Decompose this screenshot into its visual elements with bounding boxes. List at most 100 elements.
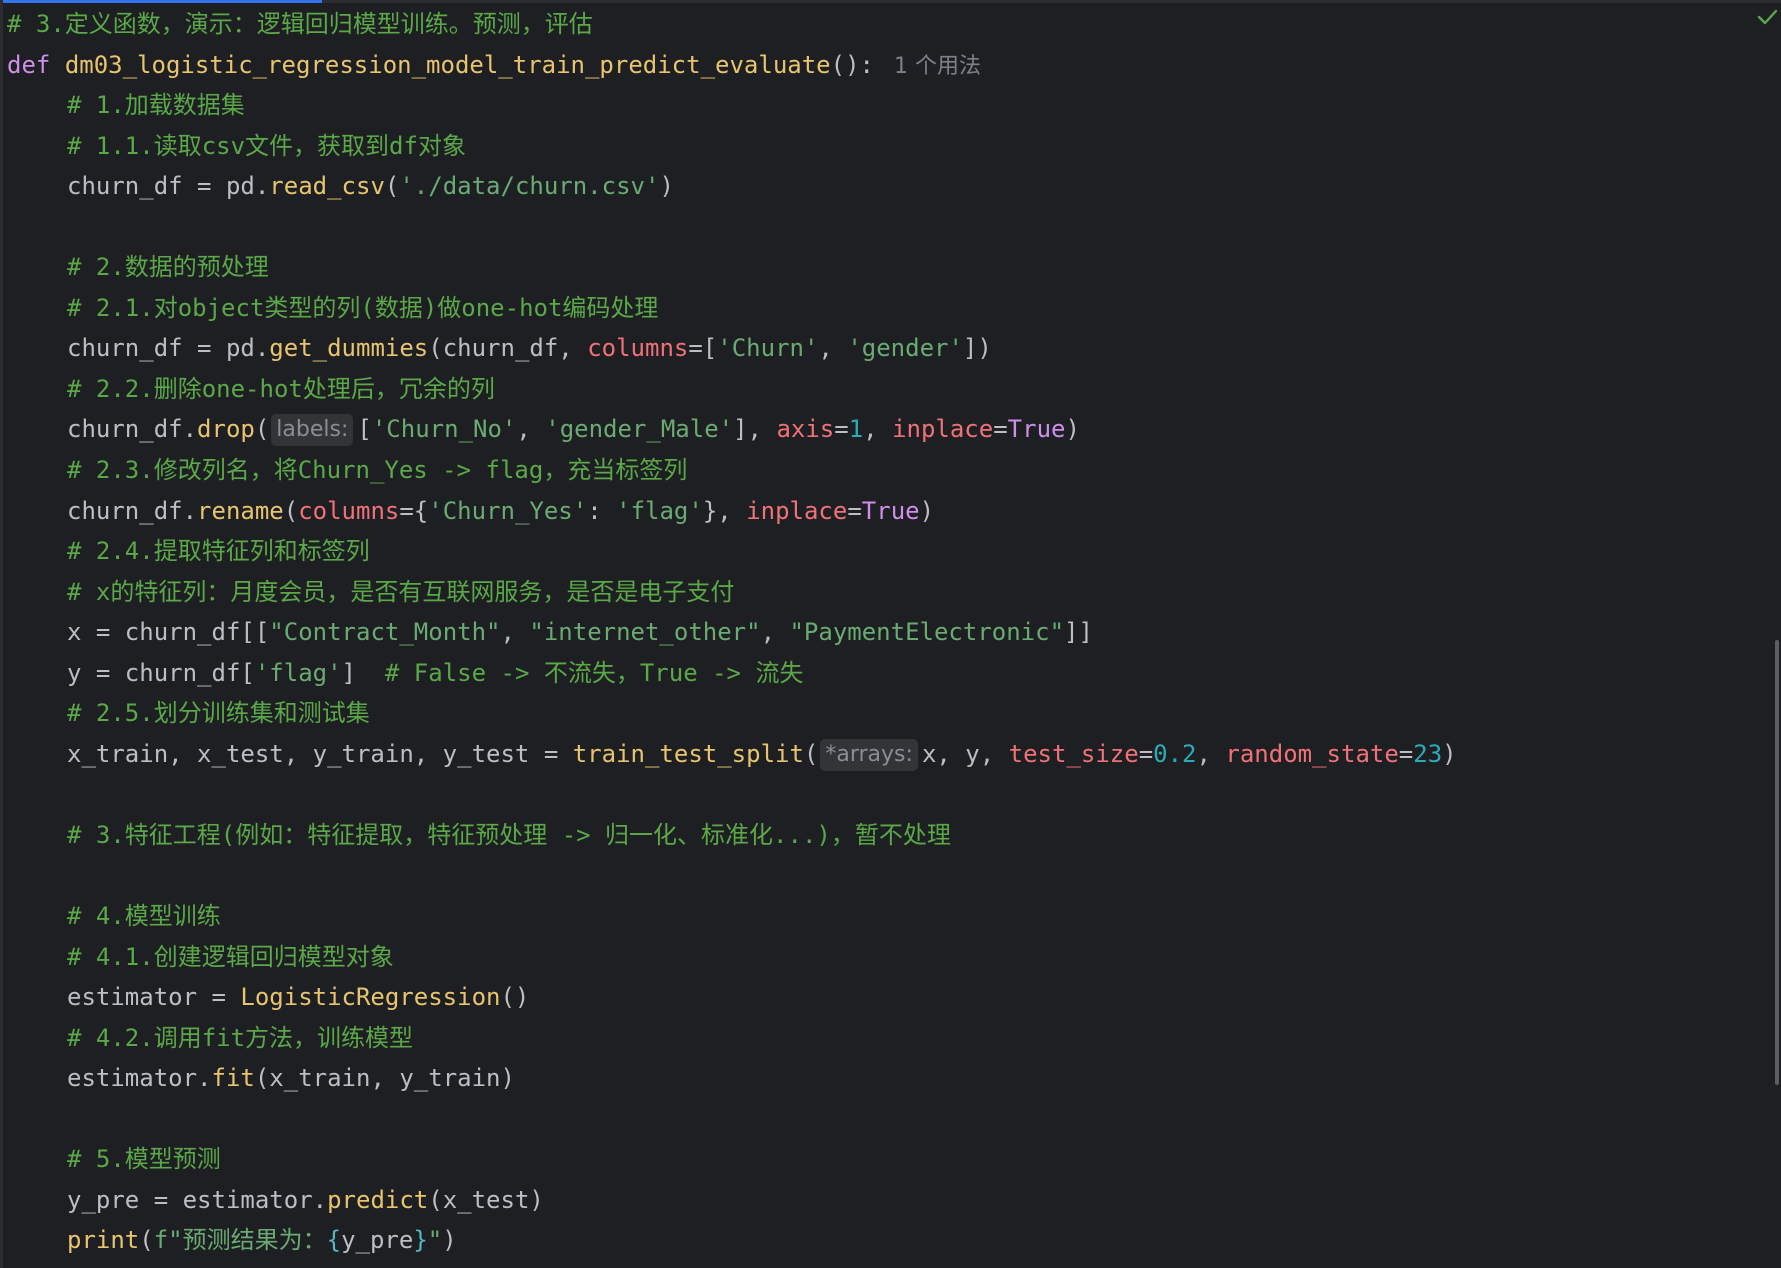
code-text: = <box>1398 739 1414 768</box>
keyword-argument: random_state <box>1225 739 1399 768</box>
code-text: ) <box>1065 415 1080 444</box>
number-literal: 0.2 <box>1153 739 1197 768</box>
string-literal: 'gender_Male' <box>545 415 734 444</box>
fstring-brace: { <box>326 1226 342 1255</box>
code-text: (x_test) <box>428 1185 544 1214</box>
function-name[interactable]: dm03_logistic_regression_model_train_pre… <box>65 51 831 79</box>
code-line-4[interactable]: # 1.1.读取csv文件，获取到df对象 <box>0 126 1457 167</box>
code-line-24[interactable]: # 4.1.创建逻辑回归模型对象 <box>0 937 1457 978</box>
code-line-16[interactable]: x = churn_df[["Contract_Month", "interne… <box>0 612 1457 653</box>
code-line-20[interactable] <box>0 774 1457 815</box>
code-line-25[interactable]: estimator = LogisticRegression() <box>0 977 1457 1018</box>
code-line-14[interactable]: # 2.4.提取特征列和标签列 <box>0 531 1457 572</box>
code-line-5[interactable]: churn_df = pd.read_csv('./data/churn.csv… <box>0 166 1457 207</box>
code-text: ( <box>283 496 299 525</box>
comment: # x的特征列：月度会员，是否有互联网服务，是否是电子支付 <box>67 577 735 606</box>
code-text: ], <box>733 415 777 444</box>
code-text: churn_df. <box>67 496 198 525</box>
code-line-22[interactable] <box>0 855 1457 896</box>
code-line-1[interactable]: # 3.定义函数，演示：逻辑回归模型训练。预测，评估 <box>0 4 1457 45</box>
fstring-brace: } <box>413 1226 428 1255</box>
string-literal: 'gender' <box>847 334 963 363</box>
code-text: (churn_df, <box>428 334 588 363</box>
method-call: read_csv <box>269 172 385 201</box>
code-line-27[interactable]: estimator.fit(x_train, y_train) <box>0 1058 1457 1099</box>
code-line-15[interactable]: # x的特征列：月度会员，是否有互联网服务，是否是电子支付 <box>0 572 1457 613</box>
code-line-28[interactable] <box>0 1099 1457 1140</box>
comment: # 2.4.提取特征列和标签列 <box>67 537 370 566</box>
code-text: x = churn_df[[ <box>67 618 270 647</box>
code-text: ( <box>254 415 270 444</box>
check-icon[interactable] <box>1756 6 1778 28</box>
code-line-17[interactable]: y = churn_df['flag'] # False -> 不流失，True… <box>0 653 1457 694</box>
string-literal: f"预测结果为： <box>153 1226 327 1255</box>
builtin-call: print <box>67 1226 140 1255</box>
usage-count-hint[interactable]: 1 个用法 <box>894 54 981 79</box>
code-text: (x_train, y_train) <box>254 1064 515 1093</box>
keyword-argument: axis <box>776 415 835 444</box>
method-call: rename <box>197 496 284 525</box>
code-text: = <box>847 496 862 525</box>
class-call: LogisticRegression <box>240 983 501 1012</box>
function-call: train_test_split <box>572 739 804 768</box>
code-text: x, y, <box>921 739 1009 768</box>
boolean-literal: True <box>861 496 920 525</box>
code-line-23[interactable]: # 4.模型训练 <box>0 896 1457 937</box>
code-text: estimator = <box>67 983 241 1012</box>
code-line-18[interactable]: # 2.5.划分训练集和测试集 <box>0 693 1457 734</box>
string-literal: 'Churn_No' <box>371 415 517 444</box>
code-text: , <box>500 618 530 647</box>
code-text: ) <box>659 172 674 201</box>
code-line-10[interactable]: # 2.2.删除one-hot处理后，冗余的列 <box>0 369 1457 410</box>
code-line-11[interactable]: churn_df.drop(labels: ['Churn_No', 'gende… <box>0 409 1457 450</box>
code-text: (): <box>830 50 874 79</box>
code-line-7[interactable]: # 2.数据的预处理 <box>0 247 1457 288</box>
code-text: = <box>993 415 1008 444</box>
code-text: ) <box>919 496 935 525</box>
code-area[interactable]: # 3.定义函数，演示：逻辑回归模型训练。预测，评估 def dm03_logi… <box>0 4 1457 1261</box>
keyword-argument: test_size <box>1008 739 1139 768</box>
string-literal: 'Churn_Yes' <box>428 496 588 525</box>
active-tab-indicator <box>0 0 322 3</box>
code-line-31[interactable]: print(f"预测结果为：{y_pre}") <box>0 1220 1457 1261</box>
string-literal: './data/churn.csv' <box>399 172 660 201</box>
code-line-30[interactable]: y_pre = estimator.predict(x_test) <box>0 1180 1457 1221</box>
code-text: =[ <box>688 334 718 363</box>
number-literal: 1 <box>848 415 864 444</box>
keyword-argument: columns <box>298 496 400 525</box>
method-call: predict <box>327 1185 429 1214</box>
code-text: = <box>1138 739 1154 768</box>
code-line-12[interactable]: # 2.3.修改列名，将Churn_Yes -> flag，充当标签列 <box>0 450 1457 491</box>
code-line-26[interactable]: # 4.2.调用fit方法，训练模型 <box>0 1018 1457 1059</box>
comment: # 4.1.创建逻辑回归模型对象 <box>67 942 394 971</box>
comment: # 2.3.修改列名，将Churn_Yes -> flag，充当标签列 <box>67 456 688 485</box>
code-text: y_pre = estimator. <box>67 1185 328 1214</box>
code-line-2[interactable]: def dm03_logistic_regression_model_train… <box>0 45 1457 86</box>
keyword-argument: columns <box>587 334 689 363</box>
method-call: get_dummies <box>269 334 429 363</box>
string-literal: 'Churn' <box>717 334 819 363</box>
code-line-8[interactable]: # 2.1.对object类型的列(数据)做one-hot编码处理 <box>0 288 1457 329</box>
code-line-3[interactable]: # 1.加载数据集 <box>0 85 1457 126</box>
code-text: ] <box>341 658 385 687</box>
vertical-scrollbar[interactable] <box>1775 640 1779 1085</box>
code-line-13[interactable]: churn_df.rename(columns={'Churn_Yes': 'f… <box>0 491 1457 532</box>
code-line-29[interactable]: # 5.模型预测 <box>0 1139 1457 1180</box>
comment: # 5.模型预测 <box>67 1145 221 1174</box>
code-line-9[interactable]: churn_df = pd.get_dummies(churn_df, colu… <box>0 328 1457 369</box>
code-line-21[interactable]: # 3.特征工程(例如：特征提取，特征预处理 -> 归一化、标准化...)，暂不… <box>0 815 1457 856</box>
code-editor[interactable]: # 3.定义函数，演示：逻辑回归模型训练。预测，评估 def dm03_logi… <box>0 0 1781 1268</box>
code-text: [ <box>357 415 372 444</box>
comment: # 4.2.调用fit方法，训练模型 <box>67 1023 414 1052</box>
number-literal: 23 <box>1413 739 1443 768</box>
code-text: x_train, x_test, y_train, y_test = <box>67 739 573 768</box>
code-text: estimator. <box>67 1064 212 1093</box>
boolean-literal: True <box>1007 415 1066 444</box>
code-text: , <box>516 415 546 444</box>
code-line-6[interactable] <box>0 207 1457 248</box>
code-text: ( <box>139 1226 154 1255</box>
code-text: ]) <box>962 334 992 363</box>
comment: # 4.模型训练 <box>67 902 221 931</box>
string-literal: 'flag' <box>616 496 703 525</box>
code-line-19[interactable]: x_train, x_test, y_train, y_test = train… <box>0 734 1457 775</box>
